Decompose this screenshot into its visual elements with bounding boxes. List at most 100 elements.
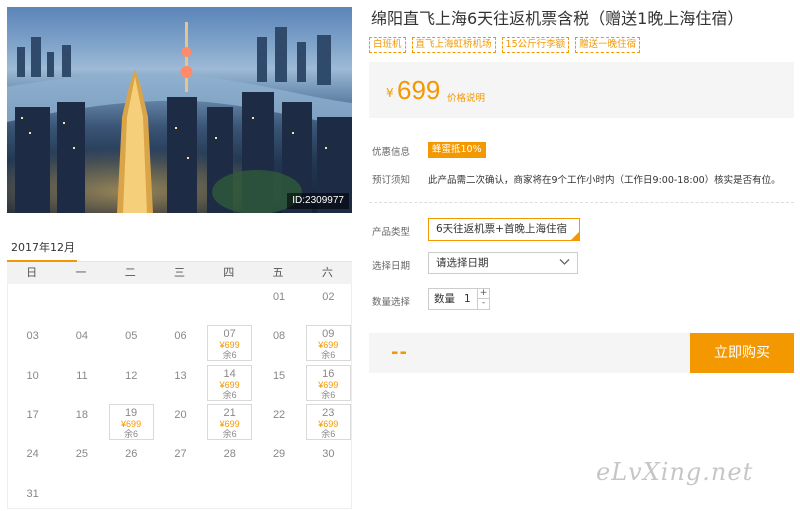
product-tag: 白班机 bbox=[369, 37, 406, 53]
notice-label: 预订须知 bbox=[372, 175, 411, 186]
product-photo: ID:2309977 bbox=[7, 7, 352, 213]
calendar-day: 25 bbox=[57, 441, 106, 480]
calendar-day: 02 bbox=[304, 284, 353, 323]
calendar-day: 11 bbox=[57, 363, 106, 402]
calendar-day-number: 14 bbox=[223, 367, 236, 380]
calendar-day-number: 30 bbox=[322, 448, 335, 461]
calendar-day-stock: 余6 bbox=[321, 428, 336, 439]
calendar-day-price: ¥699 bbox=[219, 418, 240, 429]
weekday-header: 三 bbox=[173, 266, 185, 279]
calendar-day-available[interactable]: 23 ¥699 余6 bbox=[304, 402, 353, 441]
calendar-day-number: 06 bbox=[174, 330, 187, 343]
calendar-day: 01 bbox=[254, 284, 303, 323]
qty-label: 数量选择 bbox=[372, 297, 411, 308]
photo-id-label: ID:2309977 bbox=[287, 193, 349, 209]
calendar-day-number: 21 bbox=[223, 406, 236, 419]
calendar-day-number: 25 bbox=[75, 448, 89, 461]
calendar-day-available[interactable]: 07 ¥699 余6 bbox=[205, 323, 254, 362]
calendar-day: 03 bbox=[8, 323, 57, 362]
weekday-header: 日 bbox=[26, 266, 38, 279]
calendar-day-price: ¥699 bbox=[318, 379, 339, 390]
date-label: 选择日期 bbox=[372, 261, 411, 272]
date-select-dropdown[interactable]: 请选择日期 bbox=[428, 252, 578, 274]
quantity-value[interactable]: 1 bbox=[464, 289, 471, 309]
calendar-day-number: 03 bbox=[26, 330, 39, 343]
calendar-day-stock: 余6 bbox=[124, 428, 139, 439]
weekday-header: 四 bbox=[223, 266, 235, 279]
calendar-day-number: 10 bbox=[26, 369, 39, 382]
product-title: 绵阳直飞上海6天往返机票含税（赠送1晚上海住宿） bbox=[371, 9, 744, 28]
product-tags: 白班机 直飞上海虹桥机场 15公斤行李额 赠送一晚住宿 bbox=[369, 37, 641, 53]
calendar-day-box: 21 ¥699 余6 bbox=[207, 403, 253, 440]
calendar-day: 13 bbox=[156, 363, 205, 402]
calendar-day-number: 08 bbox=[272, 330, 286, 343]
calendar-day-number: 12 bbox=[125, 369, 138, 382]
notice-text: 此产品需二次确认，商家将在9个工作小时内（工作日9:00-18:00）核实是否有… bbox=[428, 175, 781, 186]
calendar-day-stock: 余6 bbox=[321, 389, 336, 400]
weekday-header: 一 bbox=[75, 266, 87, 279]
type-label: 产品类型 bbox=[372, 227, 411, 238]
product-type-option[interactable]: 6天往返机票+首晚上海住宿 bbox=[428, 218, 580, 241]
calendar-day-number: 09 bbox=[322, 328, 335, 341]
calendar-day: 06 bbox=[156, 323, 205, 362]
calendar-day-price: ¥699 bbox=[318, 340, 339, 351]
buy-bar: -- 立即购买 bbox=[369, 333, 794, 373]
calendar-day-number: 07 bbox=[223, 328, 236, 341]
calendar-day: 10 bbox=[8, 363, 57, 402]
calendar-day: 18 bbox=[57, 402, 106, 441]
calendar-day: 12 bbox=[107, 363, 156, 402]
calendar-month-tab[interactable]: 2017年12月 bbox=[7, 240, 77, 262]
selected-corner-marker bbox=[571, 232, 579, 240]
price-note-link[interactable]: 价格说明 bbox=[447, 90, 485, 104]
weekday-header: 五 bbox=[272, 266, 284, 279]
quantity-prefix: 数量 bbox=[434, 293, 455, 305]
calendar-day-price: ¥699 bbox=[121, 418, 142, 429]
calendar-day: 05 bbox=[107, 323, 156, 362]
calendar-day-price: ¥699 bbox=[318, 418, 339, 429]
calendar-day-number: 19 bbox=[124, 406, 138, 419]
calendar-day: 04 bbox=[57, 323, 106, 362]
calendar-day: 30 bbox=[304, 441, 353, 480]
calendar-day: 20 bbox=[156, 402, 205, 441]
calendar-day-number: 24 bbox=[26, 448, 39, 461]
calendar-day-number: 17 bbox=[26, 408, 39, 421]
calendar-day-available[interactable]: 09 ¥699 余6 bbox=[304, 323, 353, 362]
calendar-day: 15 bbox=[254, 363, 303, 402]
calendar-day-number: 02 bbox=[322, 291, 335, 303]
date-select-placeholder: 请选择日期 bbox=[436, 257, 489, 269]
calendar-day: 24 bbox=[8, 441, 57, 480]
calendar-day-price: ¥699 bbox=[219, 340, 240, 351]
calendar-day-number: 22 bbox=[272, 408, 286, 421]
price-panel: ¥ 699 价格说明 bbox=[369, 62, 794, 118]
calendar-day-number: 18 bbox=[75, 408, 89, 421]
calendar-day-number: 20 bbox=[174, 408, 187, 421]
calendar-day-number: 29 bbox=[272, 448, 286, 461]
calendar-day-available[interactable]: 19 ¥699 余6 bbox=[107, 402, 156, 441]
calendar-day-price: ¥699 bbox=[219, 379, 240, 390]
calendar-day: 28 bbox=[205, 441, 254, 480]
calendar-day-box: 16 ¥699 余6 bbox=[305, 364, 351, 401]
calendar-day-number: 13 bbox=[174, 369, 187, 382]
calendar-day-available[interactable]: 16 ¥699 余6 bbox=[304, 363, 353, 402]
calendar-day-box: 09 ¥699 余6 bbox=[305, 325, 351, 362]
calendar-day-available[interactable]: 21 ¥699 余6 bbox=[205, 402, 254, 441]
price-value: 699 bbox=[397, 75, 441, 105]
calendar-day-stock: 余6 bbox=[222, 389, 237, 400]
calendar-day-number: 26 bbox=[125, 448, 138, 461]
calendar-day-number: 05 bbox=[125, 330, 138, 343]
chevron-down-icon bbox=[559, 259, 570, 265]
calendar-day-box: 07 ¥699 余6 bbox=[207, 325, 253, 362]
calendar-day-available[interactable]: 14 ¥699 余6 bbox=[205, 363, 254, 402]
calendar-day-number: 28 bbox=[223, 448, 236, 461]
calendar-weekday-header: 日一二三四五六 bbox=[7, 262, 352, 284]
calendar-day-box: 23 ¥699 余6 bbox=[305, 403, 351, 440]
quantity-decrease-button[interactable]: - bbox=[477, 299, 489, 309]
calendar-day-stock: 余6 bbox=[321, 350, 336, 361]
calendar-day-box: 19 ¥699 余6 bbox=[108, 403, 154, 440]
product-tag: 赠送一晚住宿 bbox=[575, 37, 641, 53]
quantity-stepper: 数量 1 + - bbox=[428, 288, 490, 310]
calendar-day-number: 11 bbox=[76, 369, 88, 382]
weekday-header: 六 bbox=[321, 266, 333, 279]
buy-now-button[interactable]: 立即购买 bbox=[690, 333, 794, 373]
site-watermark: eLvXing.net bbox=[596, 458, 754, 486]
